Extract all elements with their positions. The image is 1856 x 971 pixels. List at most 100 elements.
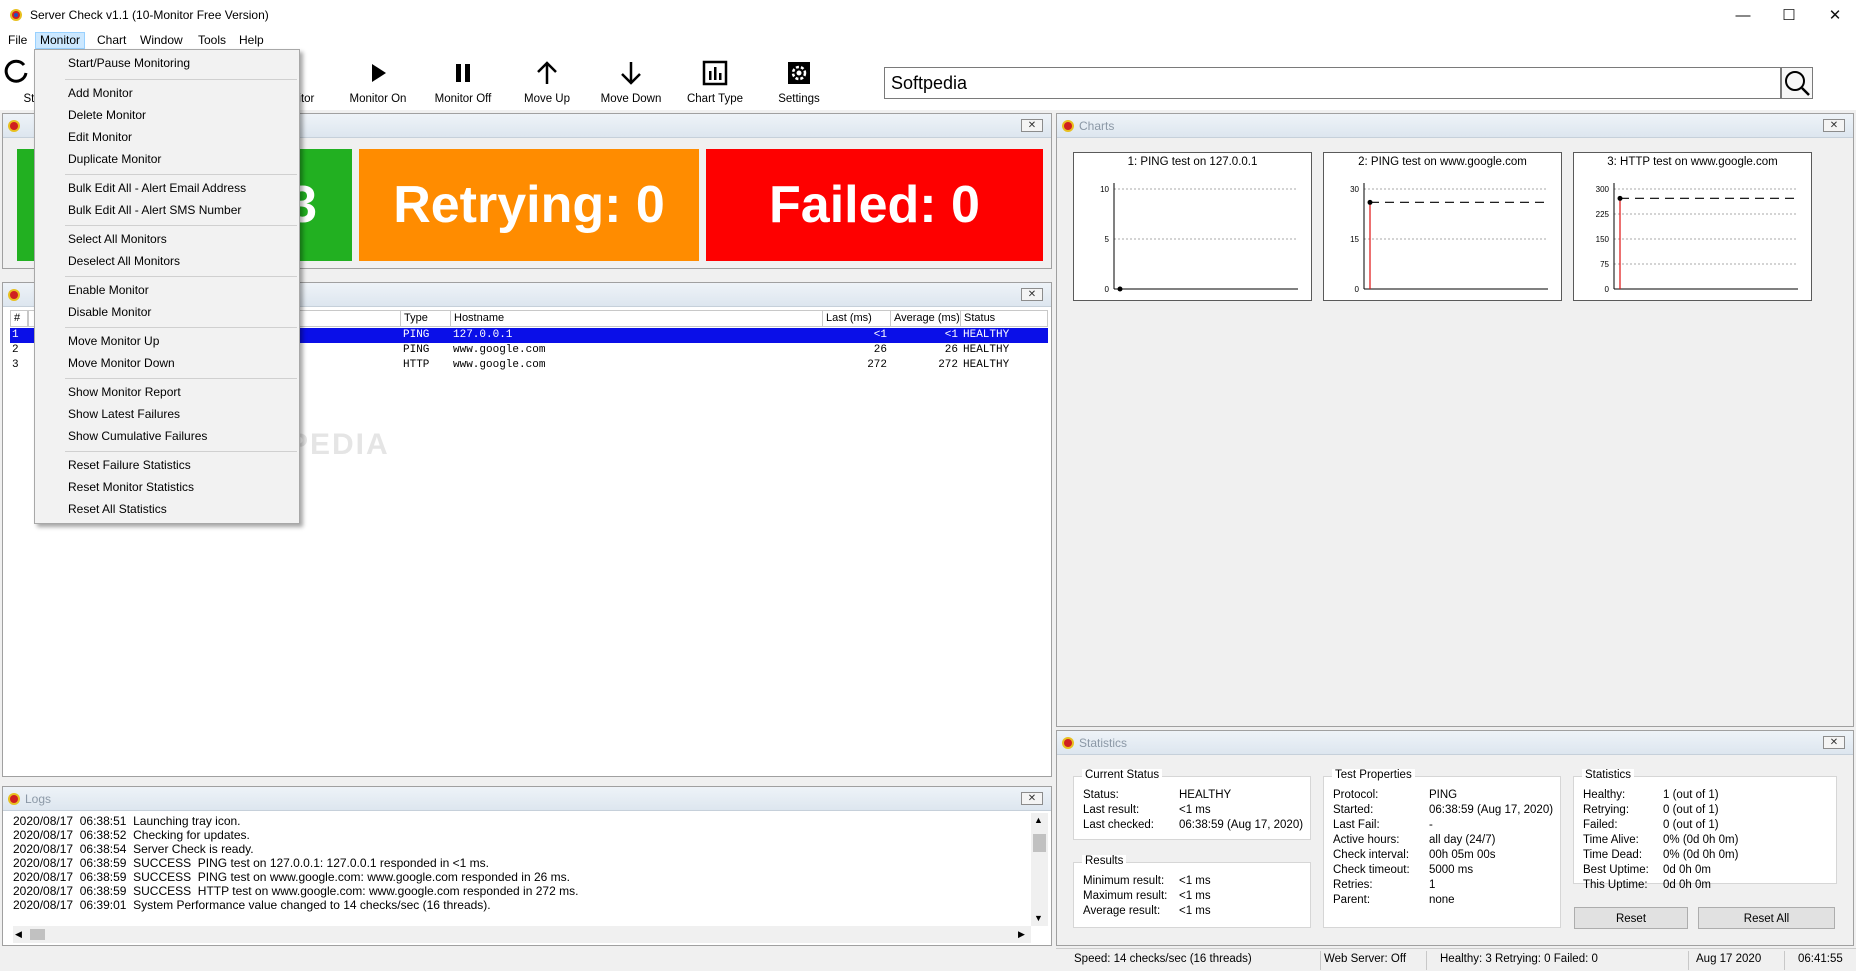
chart-3[interactable]: 3: HTTP test on www.google.com 300 225 150… [1573, 152, 1812, 301]
status-divider [1688, 951, 1689, 970]
maximize-button[interactable]: ☐ [1766, 0, 1812, 30]
menu-item-start-pause[interactable]: Start/Pause Monitoring [35, 52, 299, 74]
test-properties-group: Test Properties Protocol: PING Started: … [1323, 769, 1561, 928]
menu-item-delete-monitor[interactable]: Delete Monitor [35, 104, 299, 126]
scroll-down-icon[interactable]: ▼ [1034, 913, 1043, 923]
status-divider [1320, 951, 1321, 970]
failed-box: Failed: 0 [706, 149, 1043, 261]
app-icon [10, 9, 22, 21]
stat-value: <1 ms [1179, 804, 1211, 816]
menu-item-latest-failures[interactable]: Show Latest Failures [35, 403, 299, 425]
status-date: Aug 17 2020 [1696, 953, 1762, 965]
y-tick-label: 15 [1350, 235, 1359, 244]
scroll-thumb[interactable] [30, 929, 45, 940]
y-tick-label: 0 [1355, 285, 1360, 294]
menu-item-disable-monitor[interactable]: Disable Monitor [35, 301, 299, 323]
panel-close-button[interactable]: ✕ [1021, 288, 1043, 301]
menu-chart[interactable]: Chart [93, 32, 130, 49]
col-header-last[interactable]: Last (ms) [822, 310, 900, 327]
col-header-status[interactable]: Status [960, 310, 1048, 327]
scroll-thumb[interactable] [1033, 834, 1046, 852]
reset-all-button[interactable]: Reset All [1698, 907, 1835, 929]
monitor-off-button[interactable]: Monitor Off [421, 53, 505, 107]
menu-item-duplicate-monitor[interactable]: Duplicate Monitor [35, 148, 299, 170]
panel-close-button[interactable]: ✕ [1021, 119, 1043, 132]
data-point [1117, 286, 1123, 292]
arrow-up-icon [537, 61, 557, 84]
menu-file[interactable]: File [4, 32, 31, 49]
panel-close-button[interactable]: ✕ [1823, 736, 1845, 749]
cell-avg: 272 [938, 359, 958, 371]
y-tick-label: 300 [1596, 185, 1610, 194]
statistics-panel-header: Statistics ✕ [1057, 731, 1853, 755]
chart-type-button[interactable]: Chart Type [673, 53, 757, 107]
menu-item-deselect-all[interactable]: Deselect All Monitors [35, 250, 299, 272]
chart-2[interactable]: 2: PING test on www.google.com 30 15 0 [1323, 152, 1562, 301]
charts-panel: Charts ✕ 1: PING test on 127.0.0.1 10 5 0 … [1056, 113, 1854, 727]
scroll-up-icon[interactable]: ▲ [1034, 815, 1043, 825]
minimize-button[interactable]: — [1720, 0, 1766, 30]
col-header-num[interactable]: # [10, 310, 28, 327]
menu-item-reset-all-stats[interactable]: Reset All Statistics [35, 498, 299, 520]
cell-status: HEALTHY [963, 359, 1010, 371]
log-line: 2020/08/17 06:38:52 Checking for updates… [13, 828, 250, 842]
cell-status: HEALTHY [963, 329, 1010, 341]
log-line: 2020/08/17 06:38:54 Server Check is read… [13, 842, 254, 856]
stat-label: Active hours: [1333, 834, 1400, 846]
stat-value: 0 (out of 1) [1663, 804, 1719, 816]
menu-item-enable-monitor[interactable]: Enable Monitor [35, 279, 299, 301]
stat-label: Last checked: [1083, 819, 1154, 831]
stat-label: Protocol: [1333, 789, 1379, 801]
menu-help[interactable]: Help [235, 32, 268, 49]
stat-value: 0 (out of 1) [1663, 819, 1719, 831]
menu-item-add-monitor[interactable]: Add Monitor [35, 82, 299, 104]
menu-item-cumulative-failures[interactable]: Show Cumulative Failures [35, 425, 299, 447]
col-header-average[interactable]: Average (ms) [890, 310, 966, 327]
menu-item-bulk-email[interactable]: Bulk Edit All - Alert Email Address [35, 177, 299, 199]
stat-label: Check interval: [1333, 849, 1410, 861]
close-button[interactable]: ✕ [1812, 0, 1856, 30]
panel-close-button[interactable]: ✕ [1823, 119, 1845, 132]
log-vscrollbar[interactable]: ▲ ▼ [1031, 813, 1048, 926]
monitor-menu-dropdown: Start/Pause Monitoring Add Monitor Delet… [34, 49, 300, 524]
search-input[interactable] [891, 71, 1751, 95]
menu-window[interactable]: Window [136, 32, 187, 49]
menu-item-move-down[interactable]: Move Monitor Down [35, 352, 299, 374]
stat-label: Check timeout: [1333, 864, 1410, 876]
status-counts: Healthy: 3 Retrying: 0 Failed: 0 [1440, 953, 1598, 965]
menu-item-reset-monitor-stats[interactable]: Reset Monitor Statistics [35, 476, 299, 498]
cell-host: 127.0.0.1 [453, 329, 513, 341]
search-button[interactable] [1781, 67, 1813, 99]
logs-panel: Logs ✕ 2020/08/17 06:38:51 Launching tra… [2, 786, 1052, 946]
data-point [1367, 199, 1373, 205]
monitor-on-button[interactable]: Monitor On [336, 53, 420, 107]
y-tick-label: 150 [1596, 235, 1610, 244]
move-up-button[interactable]: Move Up [505, 53, 589, 107]
menu-item-bulk-sms[interactable]: Bulk Edit All - Alert SMS Number [35, 199, 299, 221]
log-hscrollbar[interactable]: ◀ ▶ [13, 926, 1031, 943]
menu-item-reset-failure-stats[interactable]: Reset Failure Statistics [35, 454, 299, 476]
move-down-button[interactable]: Move Down [589, 53, 673, 107]
scroll-right-icon[interactable]: ▶ [1018, 929, 1025, 940]
log-line: 2020/08/17 06:38:51 Launching tray icon. [13, 814, 241, 828]
menu-tools[interactable]: Tools [194, 32, 230, 49]
stat-value: 06:38:59 (Aug 17, 2020) [1179, 819, 1304, 831]
y-tick-label: 10 [1100, 185, 1109, 194]
menu-item-show-report[interactable]: Show Monitor Report [35, 381, 299, 403]
results-group: Results Minimum result: <1 ms Maximum re… [1073, 855, 1311, 928]
menu-item-move-up[interactable]: Move Monitor Up [35, 330, 299, 352]
menu-item-edit-monitor[interactable]: Edit Monitor [35, 126, 299, 148]
cell-last: 26 [873, 344, 887, 356]
col-header-hostname[interactable]: Hostname [450, 310, 834, 327]
menu-item-select-all[interactable]: Select All Monitors [35, 228, 299, 250]
panel-icon [8, 793, 20, 805]
stat-value: PING [1429, 789, 1458, 801]
reset-button[interactable]: Reset [1574, 907, 1688, 929]
chart-1[interactable]: 1: PING test on 127.0.0.1 10 5 0 [1073, 152, 1312, 301]
log-line: 2020/08/17 06:39:01 System Performance v… [13, 898, 491, 912]
settings-button[interactable]: Settings [757, 53, 841, 107]
search-box [884, 67, 1781, 99]
scroll-left-icon[interactable]: ◀ [15, 929, 22, 940]
menu-monitor[interactable]: Monitor [35, 32, 86, 49]
panel-close-button[interactable]: ✕ [1021, 792, 1043, 805]
